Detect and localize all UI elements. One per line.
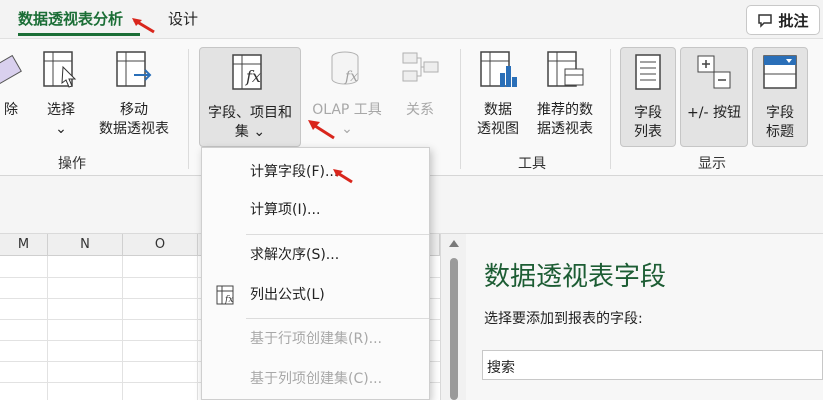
move-label-1: 移动	[120, 102, 148, 118]
tab-design[interactable]: 设计	[168, 8, 198, 29]
menu-item-create-set-rows[interactable]: 基于行项创建集(R)...	[202, 324, 429, 354]
list-formulas-label: 列出公式(L)	[250, 287, 325, 303]
fields-items-label-1: 字段、项目和	[208, 105, 292, 121]
comment-button[interactable]: 批注	[746, 5, 820, 35]
field-headers-button[interactable]: 字段 标题	[752, 47, 808, 147]
plus-minus-icon	[697, 55, 731, 89]
relations-label: 关系	[406, 102, 434, 118]
fields-items-label-2: 集 ⌄	[234, 124, 266, 140]
vertical-scrollbar[interactable]	[440, 234, 466, 400]
menu-separator	[246, 318, 429, 319]
svg-text:fx: fx	[344, 69, 358, 85]
move-pivot-button[interactable]: 移动 数据透视表	[92, 49, 176, 139]
menu-item-calculated-field[interactable]: 计算字段(F)...	[202, 157, 429, 187]
group-label-operate: 操作	[58, 156, 86, 172]
ribbon-tab-bar: 数据透视表分析 设计 批注	[0, 0, 823, 38]
column-header-m[interactable]: M	[0, 234, 48, 256]
svg-text:fx: fx	[245, 67, 261, 86]
scroll-up-arrow-icon[interactable]	[449, 240, 459, 247]
plus-minus-label: +/- 按钮	[687, 105, 741, 121]
group-label-show: 显示	[698, 156, 726, 172]
relations-icon	[402, 52, 439, 82]
group-label-tools: 工具	[518, 156, 546, 172]
svg-text:fx: fx	[224, 295, 233, 305]
list-formulas-icon: fx	[216, 285, 234, 305]
panel-subtitle: 选择要添加到报表的字段:	[484, 311, 643, 327]
field-list-button[interactable]: 字段 列表	[620, 47, 676, 147]
select-label: 选择	[47, 102, 75, 118]
move-label-2: 数据透视表	[99, 121, 169, 137]
pivot-chart-label-2: 透视图	[477, 121, 519, 137]
delete-label: 除	[4, 102, 18, 118]
field-headers-icon	[763, 55, 797, 89]
column-header-n[interactable]: N	[48, 234, 123, 256]
field-headers-label-1: 字段	[766, 105, 794, 121]
group-separator	[610, 49, 611, 169]
column-header-o[interactable]: O	[123, 234, 198, 256]
tab-pivot-analyze[interactable]: 数据透视表分析	[18, 8, 123, 29]
pivot-chart-icon	[480, 51, 517, 87]
comment-button-label: 批注	[778, 11, 809, 30]
select-dropdown-arrow: ⌄	[55, 121, 67, 137]
plus-minus-buttons-button[interactable]: +/- 按钮	[680, 47, 748, 147]
field-list-icon	[635, 54, 661, 90]
recommended-label-2: 据透视表	[537, 121, 593, 137]
annotation-arrow-icon	[132, 18, 155, 34]
pivot-chart-button[interactable]: 数据 透视图	[472, 49, 524, 139]
menu-separator	[246, 234, 429, 235]
comment-icon	[758, 13, 773, 28]
group-separator	[460, 49, 461, 169]
menu-item-list-formulas[interactable]: fx 列出公式(L)	[202, 280, 429, 310]
active-tab-underline	[18, 33, 140, 36]
field-list-label-2: 列表	[634, 124, 662, 140]
recommended-table-icon	[547, 51, 584, 87]
group-separator	[188, 49, 189, 169]
fields-items-sets-button[interactable]: fx 字段、项目和 集 ⌄	[199, 47, 301, 147]
recommended-pivot-button[interactable]: 推荐的数 据透视表	[530, 49, 600, 139]
annotation-arrow-icon	[333, 169, 353, 184]
select-table-icon	[43, 51, 77, 88]
relations-button[interactable]: 关系	[396, 49, 444, 120]
move-table-icon	[116, 51, 152, 87]
field-headers-label-2: 标题	[766, 124, 794, 140]
menu-item-create-set-columns[interactable]: 基于列项创建集(C)...	[202, 364, 429, 394]
panel-title: 数据透视表字段	[484, 262, 667, 292]
recommended-label-1: 推荐的数	[537, 102, 593, 118]
field-list-label-1: 字段	[634, 105, 662, 121]
olap-cube-icon: fx	[331, 51, 359, 85]
select-button[interactable]: 选择 ⌄	[40, 49, 82, 139]
pivot-chart-label-1: 数据	[484, 102, 512, 118]
fields-items-sets-menu: 计算字段(F)... 计算项(I)... 求解次序(S)... fx 列出公式(…	[201, 147, 430, 400]
scrollbar-thumb[interactable]	[450, 258, 458, 400]
menu-item-calculated-item[interactable]: 计算项(I)...	[202, 195, 429, 225]
fx-table-icon: fx	[232, 54, 262, 90]
delete-button[interactable]: 除	[0, 49, 22, 120]
eraser-icon	[0, 54, 22, 86]
menu-item-solve-order[interactable]: 求解次序(S)...	[202, 240, 429, 270]
pivot-fields-panel: 数据透视表字段 选择要添加到报表的字段: 搜索	[466, 234, 823, 400]
annotation-arrow-icon	[308, 120, 335, 140]
field-search-input[interactable]: 搜索	[482, 350, 823, 380]
